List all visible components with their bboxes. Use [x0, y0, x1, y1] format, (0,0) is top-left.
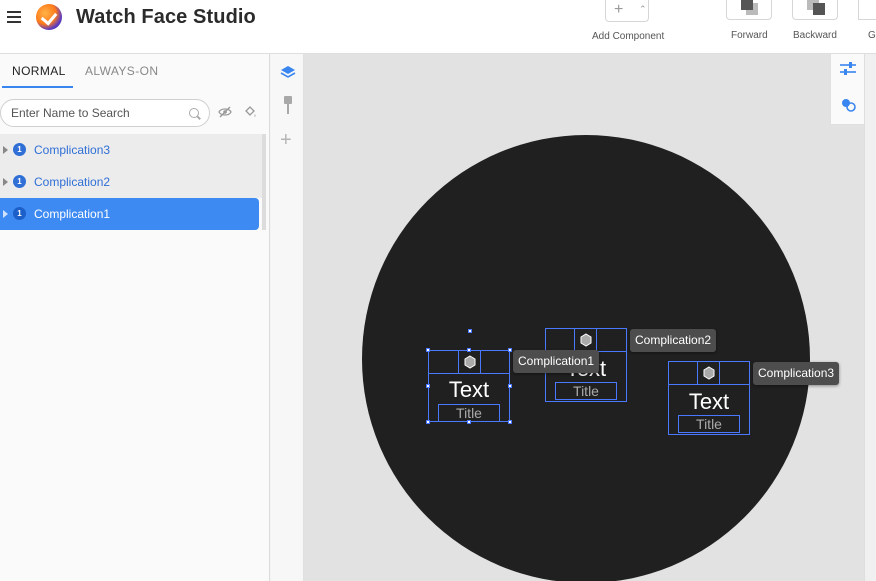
forward-icon-front	[741, 0, 753, 10]
resize-handle-bottom[interactable]	[467, 420, 471, 424]
expand-arrow-icon[interactable]	[3, 178, 8, 186]
paint-bucket-icon[interactable]	[243, 105, 257, 119]
complication1-tooltip: Complication1	[513, 350, 600, 373]
layer-item-complication2[interactable]: 1 Complication2	[0, 166, 266, 198]
search-box	[0, 99, 210, 127]
layer-item-complication3[interactable]: 1 Complication3	[0, 134, 266, 166]
complication3-widget[interactable]: Text Title	[668, 361, 750, 435]
resize-handle-top[interactable]	[467, 348, 471, 352]
layer-name: Complication2	[34, 175, 111, 189]
backward-icon-back	[813, 3, 825, 15]
layer-list: 1 Complication3 1 Complication2 1 Compli…	[0, 134, 266, 230]
rotate-handle[interactable]	[468, 329, 472, 333]
layer-item-complication1[interactable]: 1 Complication1	[0, 198, 259, 230]
layers-icon[interactable]	[280, 65, 296, 79]
complication-text: Text	[688, 389, 730, 414]
resize-handle-bottom-right[interactable]	[508, 420, 512, 424]
layer-badge: 1	[13, 143, 26, 156]
layer-tabs: NORMAL ALWAYS-ON	[0, 54, 270, 88]
properties-strip	[830, 54, 864, 125]
hexagon-icon	[580, 333, 592, 347]
complication2-tooltip: Complication2	[630, 329, 717, 352]
layer-list-scrollbar[interactable]	[262, 134, 266, 230]
complication3-tooltip: Complication3	[753, 362, 840, 385]
active-tab-indicator	[2, 86, 73, 88]
complication-icon-slot	[697, 362, 720, 385]
resize-handle-left[interactable]	[426, 384, 430, 388]
complication1-widget[interactable]: Text Title	[428, 350, 510, 422]
layer-name: Complication3	[34, 143, 111, 157]
layer-badge: 1	[13, 175, 26, 188]
add-icon[interactable]: +	[280, 130, 292, 150]
hexagon-icon	[464, 355, 476, 369]
menu-icon[interactable]	[7, 11, 21, 25]
backward-label: Backward	[793, 30, 837, 41]
complication-title: Title	[555, 382, 617, 400]
side-tool-strip: +	[271, 54, 304, 581]
forward-button[interactable]	[726, 0, 772, 20]
resize-handle-right[interactable]	[508, 384, 512, 388]
search-input[interactable]	[11, 105, 181, 121]
complication-title: Title	[678, 415, 740, 433]
group-button[interactable]	[858, 0, 876, 20]
hexagon-icon	[703, 366, 715, 380]
layer-badge: 1	[13, 207, 26, 220]
backward-button[interactable]	[792, 0, 838, 20]
chevron-up-icon[interactable]: ⌃	[639, 4, 647, 15]
add-component-button[interactable]: + ⌃	[605, 0, 649, 22]
add-component-label: Add Component	[592, 31, 665, 42]
resize-handle-top-left[interactable]	[426, 348, 430, 352]
palette-icon[interactable]	[841, 98, 857, 117]
top-toolbar: Watch Face Studio + ⌃ Add Component Forw…	[0, 0, 876, 54]
brush-icon[interactable]	[284, 96, 292, 114]
plus-icon: +	[614, 1, 624, 18]
expand-arrow-icon[interactable]	[3, 210, 8, 218]
forward-label: Forward	[731, 30, 768, 41]
app-logo-icon	[36, 4, 62, 30]
app-title: Watch Face Studio	[76, 6, 256, 28]
expand-arrow-icon[interactable]	[3, 146, 8, 154]
search-icon[interactable]	[189, 108, 199, 118]
tab-normal[interactable]: NORMAL	[12, 64, 66, 78]
layer-name: Complication1	[34, 207, 111, 221]
resize-handle-top-right[interactable]	[508, 348, 512, 352]
adjust-sliders-icon[interactable]	[840, 62, 856, 81]
resize-handle-bottom-left[interactable]	[426, 420, 430, 424]
canvas-scrollbar[interactable]	[864, 54, 876, 581]
complication-icon-slot	[458, 351, 481, 374]
group-label: Gr	[868, 30, 876, 41]
complication-icon-slot	[574, 329, 597, 352]
complication-text: Text	[448, 377, 490, 402]
hide-icon[interactable]	[218, 106, 232, 118]
layers-panel: NORMAL ALWAYS-ON 1 Complication3 1 Compl…	[0, 54, 270, 581]
tab-always-on[interactable]: ALWAYS-ON	[85, 64, 158, 78]
